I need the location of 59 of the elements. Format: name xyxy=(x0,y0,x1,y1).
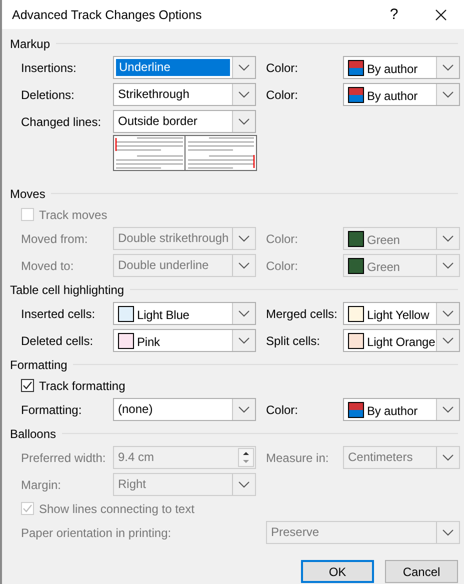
field-label: Insertions: xyxy=(21,60,78,74)
dialog-button[interactable]: OK xyxy=(301,560,374,583)
spin-arrows-icon xyxy=(238,448,254,467)
field-label: Split cells: xyxy=(266,334,322,348)
close-icon xyxy=(435,8,447,20)
color-dropdown[interactable]: Light Yellow xyxy=(343,302,460,325)
chevron-down-icon xyxy=(232,303,255,324)
chevron-down-icon xyxy=(436,399,459,420)
chevron-down-icon xyxy=(232,330,255,351)
section-heading: Formatting xyxy=(10,358,68,372)
checkbox-label: Show lines connecting to text xyxy=(39,502,194,516)
dropdown[interactable]: Underline xyxy=(113,56,256,79)
field-label: Color: xyxy=(266,232,300,246)
field-label: Merged cells: xyxy=(266,306,338,320)
color-swatch-icon xyxy=(348,86,364,102)
field-label: Changed lines: xyxy=(21,114,102,128)
color-dropdown[interactable]: Pink xyxy=(113,329,256,352)
checkbox-label: Track moves xyxy=(39,208,108,222)
chevron-down-icon xyxy=(436,330,459,351)
help-button[interactable]: ? xyxy=(370,0,418,29)
checkbox[interactable] xyxy=(21,379,34,392)
color-dropdown[interactable]: By author xyxy=(343,83,460,106)
color-swatch-icon xyxy=(348,402,364,418)
color-dropdown[interactable]: Light Orange xyxy=(343,329,460,352)
window-title: Advanced Track Changes Options xyxy=(12,8,203,22)
field-label: Color: xyxy=(266,88,300,102)
section-heading: Balloons xyxy=(10,426,56,440)
field-label: Moved to: xyxy=(21,258,75,272)
section-heading: Table cell highlighting xyxy=(10,282,124,296)
dialog-button[interactable]: Cancel xyxy=(385,560,458,583)
field-label: Margin: xyxy=(21,478,62,492)
field-label: Inserted cells: xyxy=(21,306,96,320)
color-dropdown[interactable]: By author xyxy=(343,398,460,421)
chevron-down-icon xyxy=(436,84,459,105)
color-dropdown[interactable]: By author xyxy=(343,56,460,79)
chevron-down-icon xyxy=(232,111,255,132)
color-swatch-icon xyxy=(348,60,364,76)
chevron-down-icon xyxy=(436,57,459,78)
section-heading: Moves xyxy=(10,186,46,200)
dropdown[interactable]: Outside border xyxy=(113,110,256,133)
field-label: Deleted cells: xyxy=(21,334,94,348)
field-label: Formatting: xyxy=(21,402,83,416)
field-label: Paper orientation in printing: xyxy=(21,526,172,540)
chevron-down-icon xyxy=(232,399,255,420)
field-label: Color: xyxy=(266,60,300,74)
checkbox-label: Track formatting xyxy=(39,378,126,392)
section-heading: Markup xyxy=(10,36,50,50)
field-label: Color: xyxy=(266,402,300,416)
chevron-down-icon xyxy=(436,303,459,324)
field-label: Moved from: xyxy=(21,232,89,246)
color-dropdown[interactable]: Light Blue xyxy=(113,302,256,325)
chevron-down-icon xyxy=(232,84,255,105)
field-label: Preferred width: xyxy=(21,450,107,464)
dropdown[interactable]: (none) xyxy=(113,398,256,421)
field-label: Measure in: xyxy=(266,450,330,464)
dropdown[interactable]: Strikethrough xyxy=(113,83,256,106)
field-label: Color: xyxy=(266,258,300,272)
chevron-down-icon xyxy=(232,57,255,78)
field-label: Deletions: xyxy=(21,88,76,102)
